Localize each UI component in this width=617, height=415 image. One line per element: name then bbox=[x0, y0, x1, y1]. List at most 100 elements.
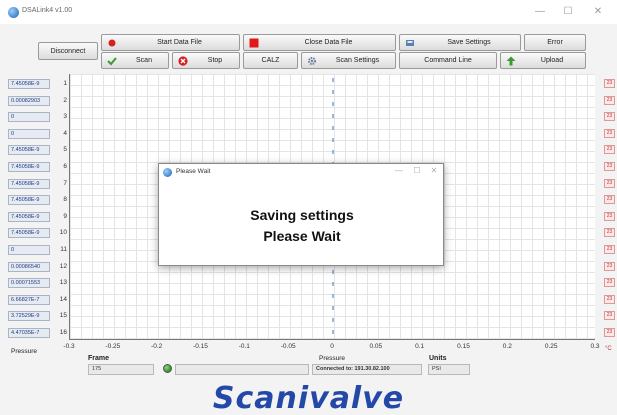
channel-value: 7.45058E-9 bbox=[8, 79, 50, 89]
temperature-unit: °C bbox=[605, 346, 612, 352]
x-tick-label: -0.3 bbox=[63, 343, 75, 350]
command-line-button[interactable]: Command Line bbox=[399, 52, 497, 69]
dialog-app-icon bbox=[163, 168, 172, 177]
temperature-box: 23 bbox=[604, 228, 615, 238]
please-wait-dialog: Please Wait — ☐ ✕ Saving settings Please… bbox=[158, 163, 444, 266]
channel-value: 0.00082903 bbox=[8, 95, 50, 106]
temperature-box: 23 bbox=[604, 278, 615, 288]
dialog-minimize-button[interactable]: — bbox=[389, 165, 409, 177]
upload-label: Upload bbox=[540, 57, 564, 64]
channel-number: 3 bbox=[63, 113, 67, 121]
temperature-box: 23 bbox=[604, 95, 615, 105]
x-tick-label: -0.15 bbox=[193, 343, 208, 350]
x-tick-label: 0.1 bbox=[415, 343, 425, 350]
disconnect-label: Disconnect bbox=[50, 47, 86, 55]
scan-button[interactable]: Scan bbox=[101, 52, 169, 69]
channel-number: 14 bbox=[59, 295, 67, 303]
channel-number: 15 bbox=[59, 312, 67, 320]
temperature-box: 23 bbox=[604, 311, 615, 321]
status-led-icon bbox=[163, 364, 172, 373]
checkmark-icon bbox=[107, 57, 117, 66]
temperature-box: 23 bbox=[604, 294, 615, 304]
channel-value: 4.47035E-7 bbox=[8, 328, 50, 338]
error-label: Error bbox=[547, 39, 563, 46]
maximize-button[interactable]: ☐ bbox=[554, 3, 582, 21]
stop-square-icon bbox=[249, 38, 259, 48]
close-data-file-button[interactable]: Close Data File bbox=[243, 34, 396, 51]
stop-x-icon bbox=[178, 56, 188, 66]
connection-status: Connected to: 191.30.82.100 bbox=[312, 364, 422, 375]
close-button[interactable]: ✕ bbox=[584, 3, 612, 21]
channel-number: 11 bbox=[60, 246, 67, 253]
x-tick-label: -0.25 bbox=[105, 343, 121, 350]
start-data-file-label: Start Data File bbox=[157, 39, 202, 46]
channel-number: 1 bbox=[63, 80, 67, 87]
x-tick-label: 0.2 bbox=[502, 343, 512, 350]
record-icon bbox=[108, 39, 116, 47]
channel-value: 0 bbox=[8, 245, 50, 255]
stop-label: Stop bbox=[207, 57, 223, 64]
channel-value: 3.72529E-9 bbox=[8, 311, 50, 322]
units-label: Units bbox=[429, 355, 447, 362]
title-bar: DSALink4 v1.00 — ☐ ✕ bbox=[0, 0, 617, 24]
channel-value: 7.45058E-9 bbox=[8, 178, 50, 189]
channel-value: 0 bbox=[8, 128, 50, 139]
temperature-box: 23 bbox=[604, 79, 615, 88]
start-data-file-button[interactable]: Start Data File bbox=[101, 34, 240, 51]
units-field[interactable]: PSI bbox=[428, 364, 470, 375]
pressure-left-label: Pressure bbox=[11, 348, 38, 355]
x-tick-label: 0.05 bbox=[369, 343, 383, 350]
x-tick-label: -0.2 bbox=[151, 343, 163, 350]
channel-value: 6.66827E-7 bbox=[8, 294, 50, 305]
channel-value: 0 bbox=[8, 112, 50, 123]
temperature-box: 23 bbox=[604, 195, 615, 205]
dialog-message-line1: Saving settings bbox=[250, 207, 354, 223]
upload-arrow-icon bbox=[506, 56, 516, 66]
command-line-label: Command Line bbox=[424, 57, 472, 64]
temperature-box: 23 bbox=[604, 145, 615, 155]
dialog-close-button[interactable]: ✕ bbox=[424, 165, 444, 177]
channel-value: 7.45058E-9 bbox=[8, 162, 50, 172]
dialog-message-line2: Please Wait bbox=[263, 228, 341, 244]
save-settings-button[interactable]: Save Settings bbox=[399, 34, 521, 51]
x-tick-label: 0.3 bbox=[590, 343, 600, 350]
scan-settings-button[interactable]: Scan Settings bbox=[301, 52, 396, 69]
channel-number: 10 bbox=[59, 229, 67, 237]
temperature-box: 23 bbox=[604, 178, 615, 188]
error-button[interactable]: Error bbox=[524, 34, 586, 51]
disconnect-button[interactable]: Disconnect bbox=[38, 42, 98, 60]
channel-number: 5 bbox=[63, 146, 67, 154]
dialog-title: Please Wait bbox=[176, 168, 211, 175]
minimize-button[interactable]: — bbox=[526, 3, 554, 21]
channel-value: 0.00071553 bbox=[8, 278, 50, 289]
temperature-box: 23 bbox=[604, 328, 615, 337]
channel-number: 9 bbox=[63, 212, 67, 220]
temperature-box: 23 bbox=[604, 211, 615, 221]
channel-value: 7.45058E-9 bbox=[8, 211, 50, 222]
brand-logo: Scanivalve bbox=[212, 381, 405, 415]
app-window: DSALink4 v1.00 — ☐ ✕ Disconnect Start Da… bbox=[0, 0, 617, 415]
temperature-box: 23 bbox=[604, 162, 615, 171]
upload-button[interactable]: Upload bbox=[500, 52, 586, 69]
frame-field: 175 bbox=[88, 364, 154, 375]
x-tick-label: 0.25 bbox=[544, 343, 558, 350]
channel-value: 7.45058E-9 bbox=[8, 228, 50, 239]
calz-label: CALZ bbox=[261, 57, 280, 64]
channel-value: 0.00086540 bbox=[8, 261, 50, 272]
channel-number: 8 bbox=[63, 196, 67, 204]
pressure-label: Pressure bbox=[319, 355, 346, 362]
channel-number: 13 bbox=[59, 279, 67, 287]
scan-label: Scan bbox=[136, 57, 152, 64]
channel-number: 7 bbox=[63, 179, 67, 187]
temperature-box: 23 bbox=[604, 245, 615, 254]
temperature-box: 23 bbox=[604, 112, 615, 122]
close-data-file-label: Close Data File bbox=[304, 39, 353, 46]
channel-number: 2 bbox=[63, 96, 67, 104]
channel-number: 4 bbox=[63, 129, 67, 137]
channel-number: 16 bbox=[59, 329, 67, 336]
x-tick-label: -0.05 bbox=[280, 343, 296, 350]
channel-number: 6 bbox=[63, 163, 67, 170]
stop-button[interactable]: Stop bbox=[172, 52, 240, 69]
calz-button[interactable]: CALZ bbox=[243, 52, 298, 69]
scan-settings-label: Scan Settings bbox=[335, 57, 380, 64]
